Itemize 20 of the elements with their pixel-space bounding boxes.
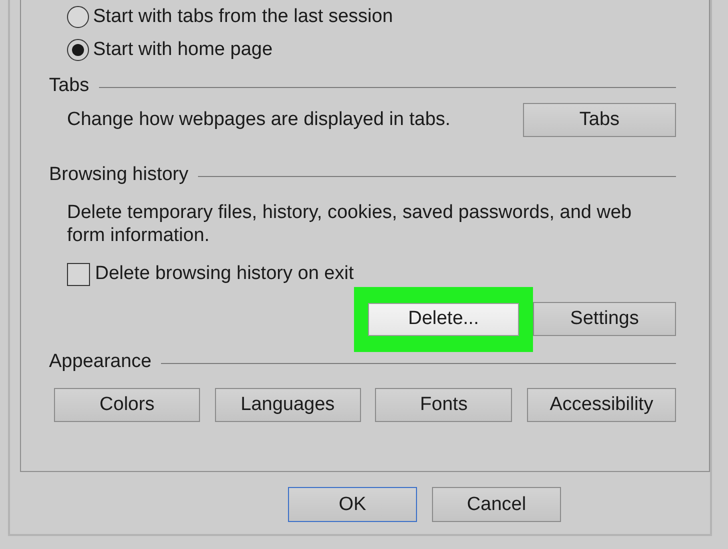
- dialog-button[interactable]: OK: [288, 487, 417, 522]
- settings-button[interactable]: Settings: [533, 302, 676, 336]
- dialog-button[interactable]: Cancel: [432, 487, 561, 522]
- checkbox[interactable]: [67, 262, 90, 286]
- section-title: Browsing history: [49, 164, 188, 186]
- section-title: Tabs: [49, 75, 90, 97]
- appearance-button[interactable]: Colors: [54, 388, 200, 422]
- radio-button[interactable]: [67, 38, 89, 60]
- radio-label: Start with home page: [93, 38, 273, 60]
- checkbox-label: Delete browsing history on exit: [95, 263, 354, 285]
- section-title: Appearance: [49, 351, 152, 373]
- appearance-button[interactable]: Fonts: [375, 388, 512, 422]
- delete-button[interactable]: Delete...: [368, 302, 519, 336]
- tabs-button[interactable]: Tabs: [523, 102, 676, 136]
- appearance-button[interactable]: Languages: [214, 388, 361, 422]
- radio-label: Start with tabs from the last session: [93, 6, 393, 28]
- section-description: Change how webpages are displayed in tabs.: [67, 108, 450, 130]
- radio-button[interactable]: [67, 6, 89, 28]
- appearance-button[interactable]: Accessibility: [526, 388, 676, 422]
- section-description: Delete temporary files, history, cookies, saved passwords, and web form information.: [67, 201, 633, 247]
